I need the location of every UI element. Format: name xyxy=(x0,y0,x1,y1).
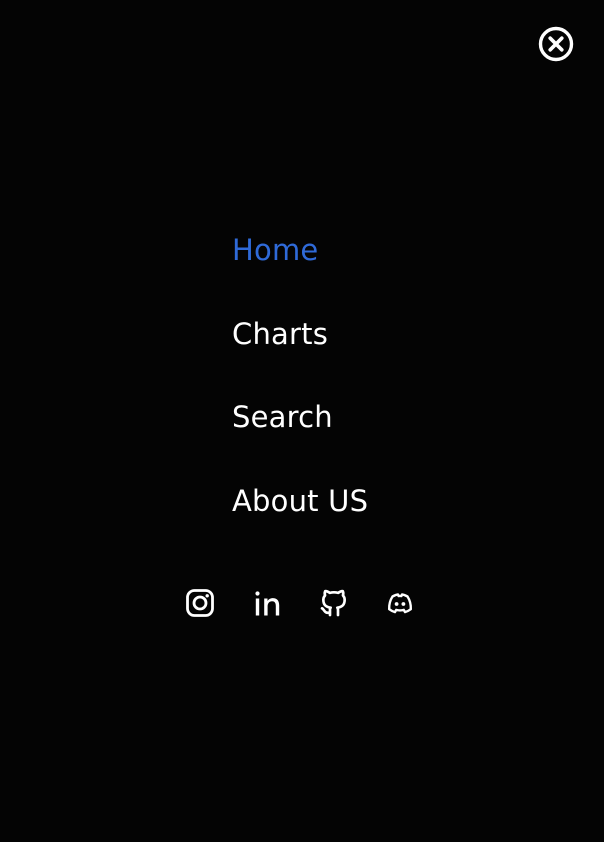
nav-item-charts[interactable]: Charts xyxy=(232,312,368,356)
nav-item-about-us[interactable]: About US xyxy=(232,479,368,523)
main-nav: Home Charts Search About US xyxy=(232,228,368,562)
discord-link[interactable] xyxy=(384,587,416,619)
nav-item-home[interactable]: Home xyxy=(232,228,368,272)
linkedin-icon xyxy=(255,591,280,616)
social-links xyxy=(184,587,418,621)
close-menu-button[interactable] xyxy=(538,26,574,62)
discord-icon xyxy=(387,593,413,614)
instagram-icon xyxy=(186,589,214,617)
close-circle-icon xyxy=(538,26,574,62)
instagram-link[interactable] xyxy=(184,587,216,619)
linkedin-link[interactable] xyxy=(251,587,283,619)
github-link[interactable] xyxy=(318,587,350,619)
github-icon xyxy=(320,589,346,617)
mobile-menu-overlay: Home Charts Search About US xyxy=(0,0,604,842)
nav-item-search[interactable]: Search xyxy=(232,395,368,439)
